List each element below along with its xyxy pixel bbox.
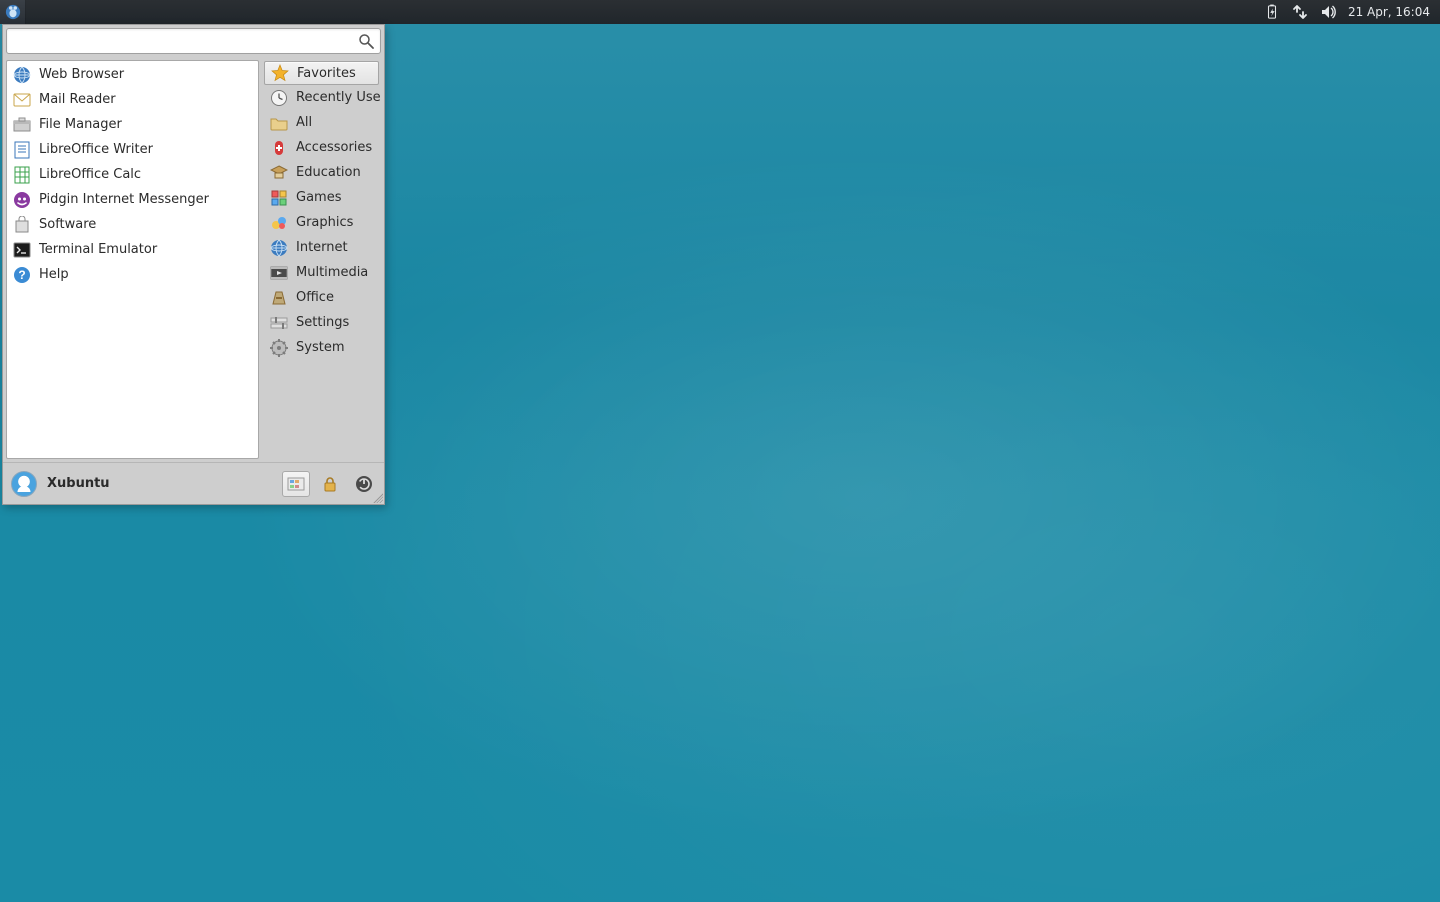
pidgin-icon [13, 191, 31, 209]
multimedia-icon [270, 264, 288, 282]
volume-indicator-icon[interactable] [1320, 4, 1336, 20]
resize-grip[interactable] [371, 491, 383, 503]
app-item-label: Software [39, 217, 96, 232]
settings-panel-icon [287, 475, 305, 493]
help-icon [13, 266, 31, 284]
menu-footer: Xubuntu [3, 462, 384, 504]
category-label: Graphics [296, 215, 353, 230]
category-recently-used[interactable]: Recently Used [264, 85, 379, 110]
app-item-file-manager[interactable]: File Manager [7, 112, 258, 137]
settings-icon [270, 314, 288, 332]
app-item-label: Mail Reader [39, 92, 116, 107]
swiss-icon [270, 139, 288, 157]
search-field-wrapper [6, 28, 381, 54]
globe-icon [270, 239, 288, 257]
folder-icon [270, 114, 288, 132]
category-label: Recently Used [296, 90, 381, 105]
category-graphics[interactable]: Graphics [264, 210, 379, 235]
xubuntu-logo-icon [5, 4, 21, 20]
category-label: Games [296, 190, 341, 205]
category-accessories[interactable]: Accessories [264, 135, 379, 160]
whisker-menu-button[interactable] [0, 0, 26, 24]
category-education[interactable]: Education [264, 160, 379, 185]
app-item-software[interactable]: Software [7, 212, 258, 237]
app-item-label: Help [39, 267, 69, 282]
category-system[interactable]: System [264, 335, 379, 360]
user-name-label: Xubuntu [47, 476, 110, 491]
terminal-icon [13, 241, 31, 259]
edu-icon [270, 164, 288, 182]
search-input[interactable] [7, 29, 380, 53]
category-label: Favorites [297, 66, 356, 81]
category-internet[interactable]: Internet [264, 235, 379, 260]
category-office[interactable]: Office [264, 285, 379, 310]
lock-icon [321, 475, 339, 493]
category-games[interactable]: Games [264, 185, 379, 210]
app-item-label: File Manager [39, 117, 122, 132]
network-indicator-icon[interactable] [1292, 4, 1308, 20]
system-gear-icon [270, 339, 288, 357]
category-label: Internet [296, 240, 348, 255]
app-item-label: LibreOffice Writer [39, 142, 153, 157]
category-settings[interactable]: Settings [264, 310, 379, 335]
category-label: All [296, 115, 312, 130]
category-favorites[interactable]: Favorites [264, 61, 379, 85]
app-item-web-browser[interactable]: Web Browser [7, 62, 258, 87]
category-label: Multimedia [296, 265, 368, 280]
folder-drawer-icon [13, 116, 31, 134]
app-item-label: Terminal Emulator [39, 242, 157, 257]
whisker-menu: Web Browser Mail Reader File Manager LibreO… [2, 24, 385, 505]
categories-list[interactable]: Favorites Recently Used All Accessories Educ… [262, 60, 381, 459]
software-bag-icon [13, 216, 31, 234]
games-icon [270, 189, 288, 207]
app-item-libreoffice-writer[interactable]: LibreOffice Writer [7, 137, 258, 162]
applications-list[interactable]: Web Browser Mail Reader File Manager LibreO… [6, 60, 259, 459]
search-icon [358, 33, 374, 49]
category-multimedia[interactable]: Multimedia [264, 260, 379, 285]
mail-icon [13, 91, 31, 109]
all-settings-button[interactable] [282, 471, 310, 497]
category-label: System [296, 340, 344, 355]
globe-icon [13, 66, 31, 84]
top-panel: 21 Apr, 16:04 [0, 0, 1440, 24]
app-item-terminal-emulator[interactable]: Terminal Emulator [7, 237, 258, 262]
graphics-icon [270, 214, 288, 232]
user-avatar-icon[interactable] [11, 471, 37, 497]
app-item-libreoffice-calc[interactable]: LibreOffice Calc [7, 162, 258, 187]
app-item-label: Web Browser [39, 67, 124, 82]
clock-icon [270, 89, 288, 107]
clock[interactable]: 21 Apr, 16:04 [1348, 5, 1430, 19]
office-icon [270, 289, 288, 307]
category-label: Education [296, 165, 361, 180]
doc-writer-icon [13, 141, 31, 159]
star-icon [271, 64, 289, 82]
app-item-label: Pidgin Internet Messenger [39, 192, 209, 207]
lock-screen-button[interactable] [316, 471, 344, 497]
app-item-mail-reader[interactable]: Mail Reader [7, 87, 258, 112]
category-all[interactable]: All [264, 110, 379, 135]
category-label: Office [296, 290, 334, 305]
category-label: Accessories [296, 140, 372, 155]
app-item-label: LibreOffice Calc [39, 167, 141, 182]
app-item-pidgin-internet-messenger[interactable]: Pidgin Internet Messenger [7, 187, 258, 212]
doc-calc-icon [13, 166, 31, 184]
app-item-help[interactable]: Help [7, 262, 258, 287]
power-icon [355, 475, 373, 493]
battery-indicator-icon[interactable] [1264, 4, 1280, 20]
category-label: Settings [296, 315, 349, 330]
